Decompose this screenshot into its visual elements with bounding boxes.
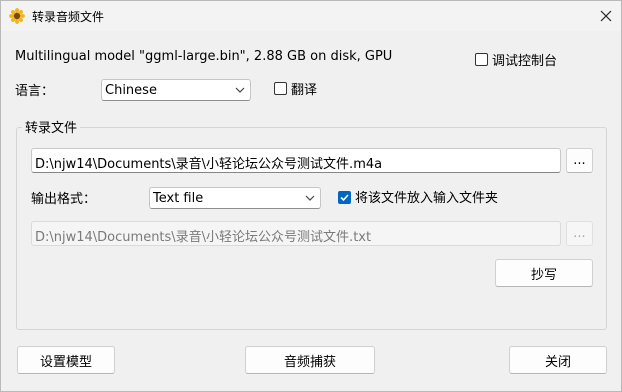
transcribe-file-group-title: 转录文件: [22, 117, 81, 136]
browse-input-button[interactable]: ...: [566, 148, 593, 173]
audio-capture-button[interactable]: 音频捕获: [245, 346, 375, 374]
translate-checkbox[interactable]: [274, 82, 287, 95]
output-format-select[interactable]: Text file: [149, 187, 321, 209]
model-info-text: Multilingual model "ggml-large.bin", 2.8…: [15, 49, 393, 64]
transcribe-button[interactable]: 抄写: [495, 259, 593, 287]
output-format-value: Text file: [153, 191, 204, 206]
input-file-path-field[interactable]: D:\njw14\Documents\录音\小轻论坛公众号测试文件.m4a: [31, 148, 561, 173]
debug-console-checkbox[interactable]: [475, 53, 488, 66]
place-in-input-folder-checkbox[interactable]: [338, 191, 351, 204]
close-icon: [600, 10, 612, 22]
transcribe-dialog: 转录音频文件 Multilingual model "ggml-large.bi…: [0, 0, 622, 392]
sunflower-icon: [9, 8, 25, 24]
browse-output-button[interactable]: ...: [566, 221, 593, 246]
close-window-button[interactable]: [593, 5, 619, 27]
window-title: 转录音频文件: [32, 10, 105, 24]
title-bar: 转录音频文件: [1, 1, 621, 31]
output-file-path-field[interactable]: D:\njw14\Documents\录音\小轻论坛公众号测试文件.txt: [31, 221, 561, 246]
setup-model-button[interactable]: 设置模型: [17, 346, 115, 374]
chevron-down-icon: [305, 195, 315, 201]
language-select-value: Chinese: [105, 83, 157, 98]
place-in-input-folder-label[interactable]: 将该文件放入输入文件夹: [355, 187, 498, 206]
debug-console-label[interactable]: 调试控制台: [492, 50, 557, 69]
language-select[interactable]: Chinese: [101, 79, 251, 101]
chevron-down-icon: [235, 87, 245, 93]
close-button[interactable]: 关闭: [509, 346, 607, 374]
language-label: 语言：: [15, 84, 55, 99]
translate-label[interactable]: 翻译: [291, 79, 317, 98]
output-format-label: 输出格式：: [31, 192, 97, 207]
checkmark-icon: [340, 194, 349, 202]
